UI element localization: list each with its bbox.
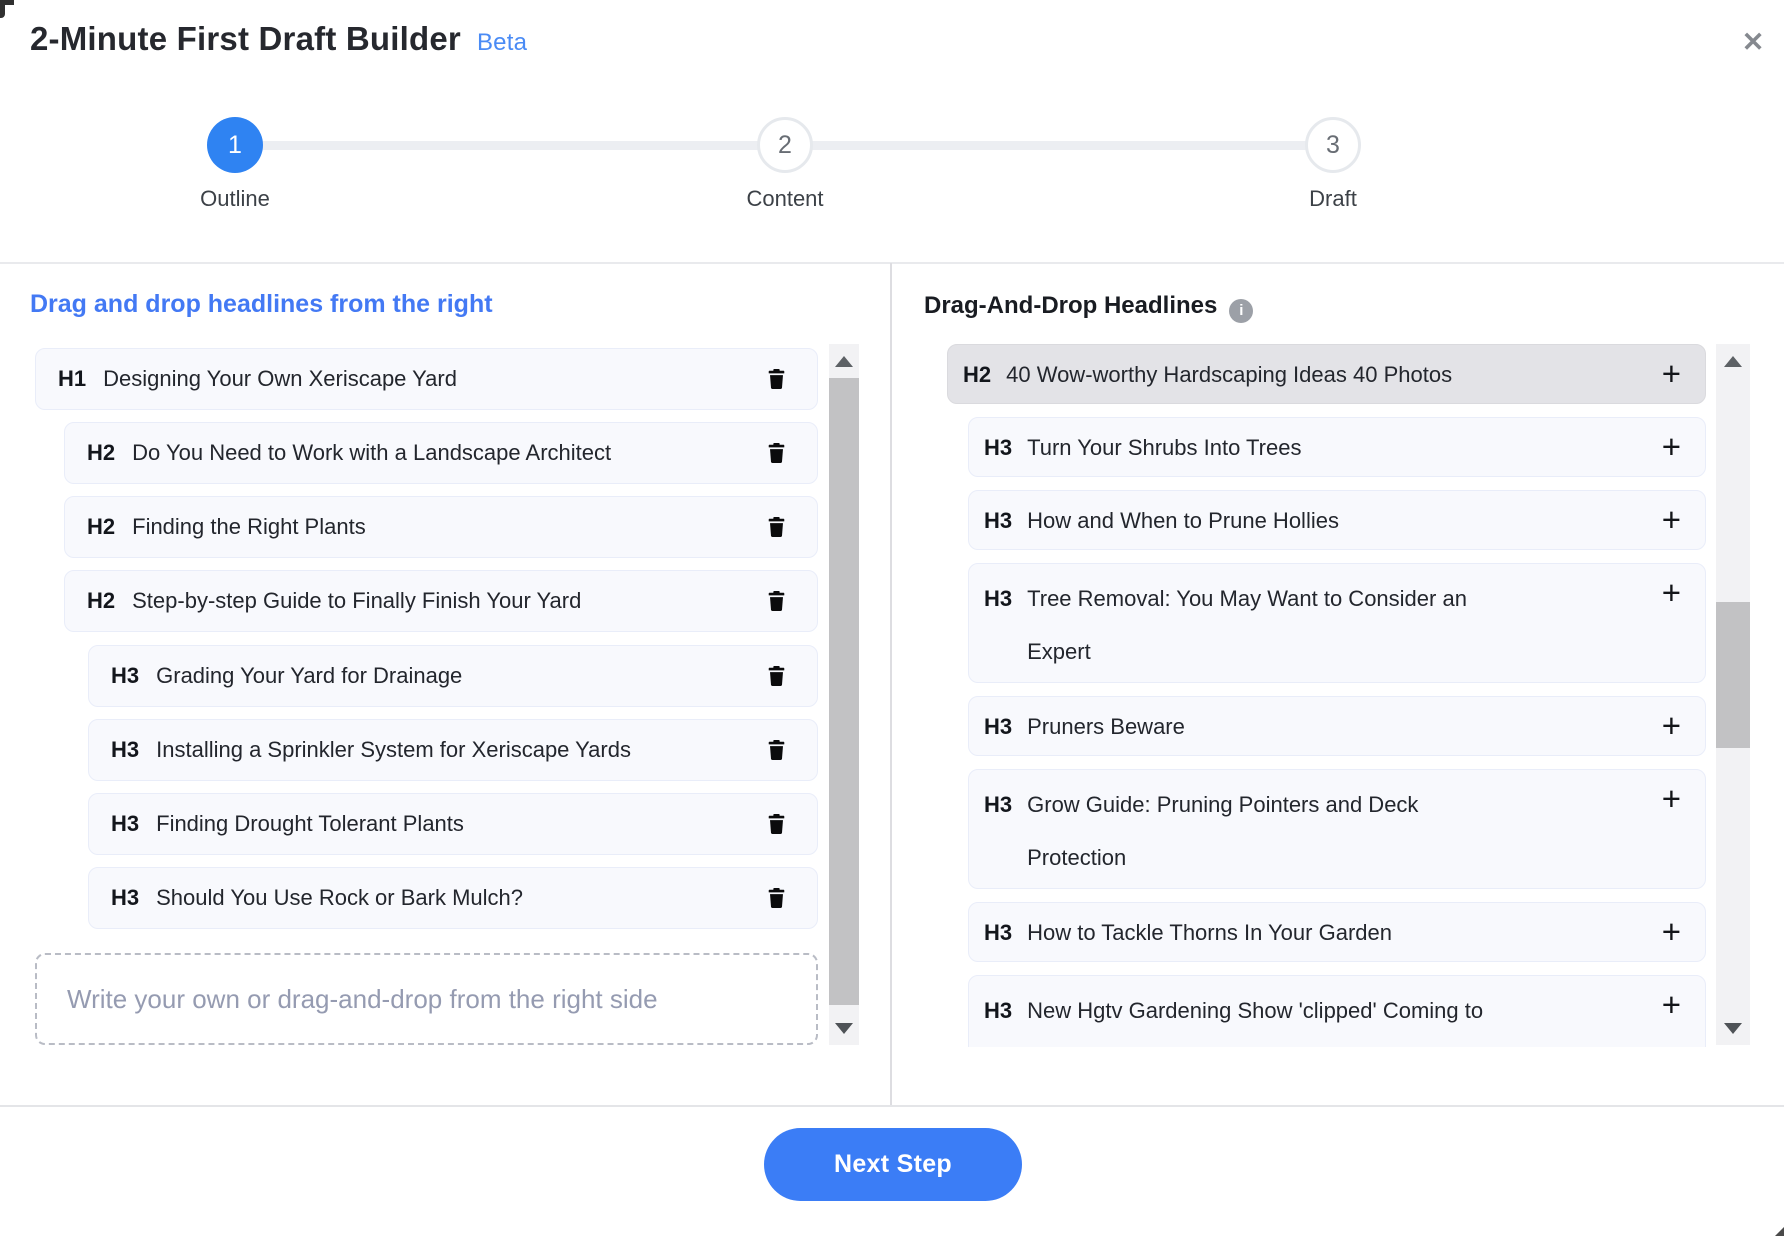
suggestion-item[interactable]: H2 40 Wow-worthy Hardscaping Ideas 40 Pho…	[947, 344, 1706, 404]
scrollbar-thumb[interactable]	[829, 378, 859, 1005]
plus-icon[interactable]: +	[1662, 710, 1681, 742]
outline-panel-heading: Drag and drop headlines from the right	[30, 290, 493, 319]
heading-level-badge: H3	[984, 711, 1012, 743]
backdrop-corner	[0, 0, 14, 5]
close-icon[interactable]: ✕	[1733, 22, 1773, 62]
plus-icon[interactable]: +	[1662, 431, 1681, 463]
outline-item[interactable]: H3 Grading Your Yard for Drainage	[88, 645, 818, 707]
trash-icon[interactable]	[766, 516, 787, 539]
footer-divider	[0, 1105, 1784, 1107]
plus-icon[interactable]: +	[1662, 783, 1681, 815]
plus-icon[interactable]: +	[1662, 577, 1681, 609]
scroll-down-icon[interactable]	[1716, 1011, 1750, 1045]
custom-headline-input[interactable]	[35, 953, 818, 1045]
trash-icon[interactable]	[766, 368, 787, 391]
step-2-label: Content	[675, 186, 895, 212]
outline-item[interactable]: H2 Do You Need to Work with a Landscape A…	[64, 422, 818, 484]
headline-text: Tree Removal: You May Want to Consider a…	[1027, 572, 1522, 678]
headline-text: Finding the Right Plants	[132, 514, 366, 540]
header-divider	[0, 262, 1784, 264]
headline-text: 40 Wow-worthy Hardscaping Ideas 40 Photo…	[1006, 359, 1452, 391]
panel-divider	[890, 263, 892, 1105]
step-draft[interactable]: 3 Draft	[1223, 117, 1443, 212]
headline-text: Grow Guide: Pruning Pointers and Deck Pr…	[1027, 778, 1522, 884]
outline-item[interactable]: H3 Finding Drought Tolerant Plants	[88, 793, 818, 855]
suggestions-scrollbar[interactable]	[1716, 344, 1750, 1045]
step-1-label: Outline	[125, 186, 345, 212]
headline-text: How and When to Prune Hollies	[1027, 505, 1339, 537]
draft-builder-modal: 2-Minute First Draft BuilderBeta ✕ 1 Out…	[0, 0, 1784, 1236]
heading-level-badge: H2	[87, 440, 115, 466]
step-3-circle: 3	[1305, 117, 1361, 173]
trash-icon[interactable]	[766, 813, 787, 836]
headline-text: Step-by-step Guide to Finally Finish You…	[132, 588, 581, 614]
headline-text: How to Tackle Thorns In Your Garden	[1027, 917, 1392, 949]
headline-text: Designing Your Own Xeriscape Yard	[103, 366, 457, 392]
trash-icon[interactable]	[766, 739, 787, 762]
suggestions-panel-heading: Drag-And-Drop Headlinesi	[924, 292, 1253, 321]
step-2-circle: 2	[757, 117, 813, 173]
step-1-circle: 1	[207, 117, 263, 173]
suggestion-item[interactable]: H3 Turn Your Shrubs Into Trees +	[968, 417, 1706, 477]
outline-item[interactable]: H3 Installing a Sprinkler System for Xeri…	[88, 719, 818, 781]
outline-item[interactable]: H2 Step-by-step Guide to Finally Finish Y…	[64, 570, 818, 632]
outline-scrollbar[interactable]	[829, 344, 859, 1045]
trash-icon[interactable]	[766, 887, 787, 910]
heading-level-badge: H2	[963, 359, 991, 391]
trash-icon[interactable]	[766, 665, 787, 688]
suggestions-list: H2 40 Wow-worthy Hardscaping Ideas 40 Pho…	[900, 340, 1716, 1047]
scroll-up-icon[interactable]	[829, 344, 859, 378]
step-3-label: Draft	[1223, 186, 1443, 212]
heading-level-badge: H3	[984, 572, 1012, 625]
heading-level-badge: H1	[58, 366, 86, 392]
heading-level-badge: H3	[111, 811, 139, 837]
suggestion-item[interactable]: H3 Tree Removal: You May Want to Consider…	[968, 563, 1706, 683]
headline-text: Grading Your Yard for Drainage	[156, 663, 462, 689]
headline-text: Should You Use Rock or Bark Mulch?	[156, 885, 523, 911]
heading-level-badge: H3	[984, 917, 1012, 949]
step-outline[interactable]: 1 Outline	[125, 117, 345, 212]
scroll-up-icon[interactable]	[1716, 344, 1750, 378]
headline-text: Pruners Beware	[1027, 711, 1185, 743]
heading-level-badge: H3	[111, 885, 139, 911]
plus-icon[interactable]: +	[1662, 358, 1681, 390]
headline-text: New Hgtv Gardening Show 'clipped' Coming…	[1027, 984, 1483, 1037]
headline-text: Finding Drought Tolerant Plants	[156, 811, 464, 837]
suggestion-item[interactable]: H3 How to Tackle Thorns In Your Garden +	[968, 902, 1706, 962]
heading-level-badge: H2	[87, 588, 115, 614]
plus-icon[interactable]: +	[1662, 989, 1681, 1021]
beta-badge: Beta	[477, 29, 527, 56]
suggestion-item[interactable]: H3 How and When to Prune Hollies +	[968, 490, 1706, 550]
suggestion-item[interactable]: H3 Grow Guide: Pruning Pointers and Deck …	[968, 769, 1706, 889]
headline-text: Do You Need to Work with a Landscape Arc…	[132, 440, 611, 466]
backdrop-corner	[1775, 1227, 1784, 1236]
trash-icon[interactable]	[766, 442, 787, 465]
info-icon[interactable]: i	[1229, 299, 1253, 323]
heading-level-badge: H2	[87, 514, 115, 540]
next-step-button[interactable]: Next Step	[764, 1128, 1022, 1201]
headline-text: Turn Your Shrubs Into Trees	[1027, 432, 1301, 464]
outline-item[interactable]: H3 Should You Use Rock or Bark Mulch?	[88, 867, 818, 929]
suggestion-item[interactable]: H3 New Hgtv Gardening Show 'clipped' Comi…	[968, 975, 1706, 1047]
heading-level-badge: H3	[984, 432, 1012, 464]
trash-icon[interactable]	[766, 590, 787, 613]
step-content[interactable]: 2 Content	[675, 117, 895, 212]
suggestion-item[interactable]: H3 Pruners Beware +	[968, 696, 1706, 756]
outline-item[interactable]: H2 Finding the Right Plants	[64, 496, 818, 558]
plus-icon[interactable]: +	[1662, 916, 1681, 948]
scrollbar-thumb[interactable]	[1716, 602, 1750, 748]
scroll-down-icon[interactable]	[829, 1011, 859, 1045]
heading-level-badge: H3	[984, 505, 1012, 537]
plus-icon[interactable]: +	[1662, 504, 1681, 536]
heading-level-badge: H3	[111, 737, 139, 763]
heading-level-badge: H3	[984, 984, 1012, 1037]
page-title: 2-Minute First Draft BuilderBeta	[30, 20, 527, 58]
heading-level-badge: H3	[111, 663, 139, 689]
headline-text: Installing a Sprinkler System for Xerisc…	[156, 737, 631, 763]
outline-item[interactable]: H1 Designing Your Own Xeriscape Yard	[35, 348, 818, 410]
heading-level-badge: H3	[984, 778, 1012, 831]
